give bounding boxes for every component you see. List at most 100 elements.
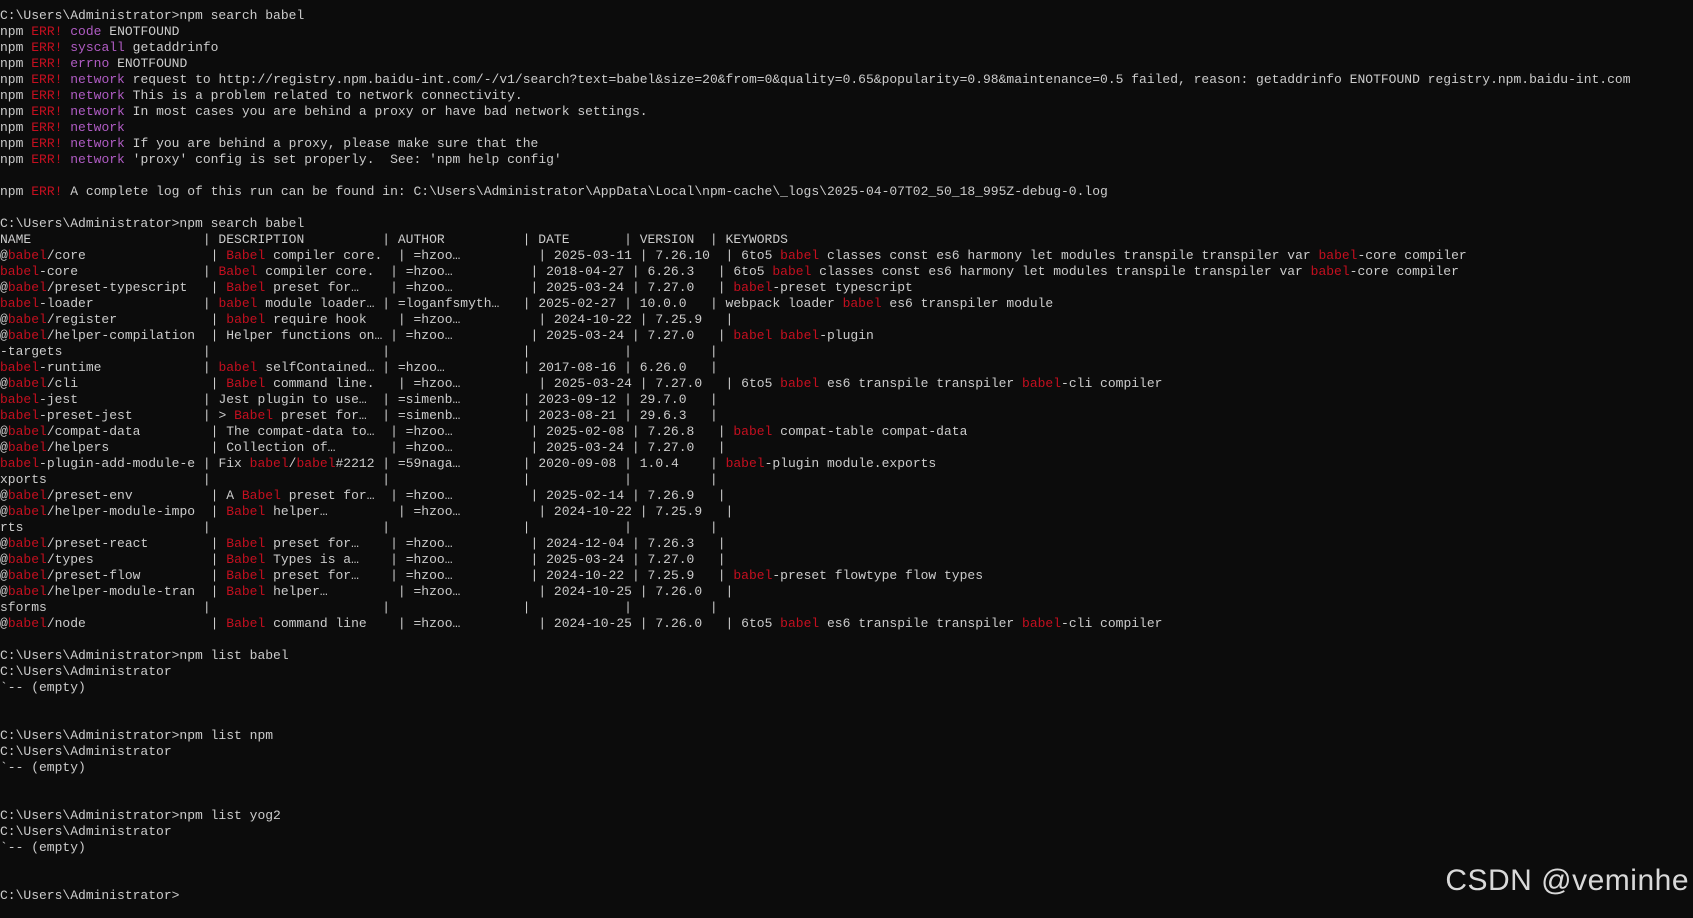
terminal-text: Babel: [226, 552, 266, 567]
terminal-line: @babel/preset-typescript | Babel preset …: [0, 280, 1693, 296]
terminal-line: babel-jest | Jest plugin to use… | =sime…: [0, 392, 1693, 408]
terminal-text: babel: [7, 488, 47, 503]
terminal-text: @: [0, 312, 8, 327]
terminal-line: @babel/helper-module-impo | Babel helper…: [0, 504, 1693, 520]
terminal-text: preset for… | =hzoo… | 2024-10-22 | 7.25…: [265, 568, 734, 583]
terminal-text: @: [0, 440, 8, 455]
terminal-text: babel: [1318, 248, 1358, 263]
terminal-text: Babel: [226, 376, 266, 391]
terminal-text: babel: [7, 376, 47, 391]
terminal-text: Babel: [226, 280, 266, 295]
terminal-text: npm: [0, 40, 32, 55]
terminal-text: Babel: [241, 488, 281, 503]
terminal-line: @babel/core | Babel compiler core. | =hz…: [0, 248, 1693, 264]
terminal-text: -plugin: [819, 328, 874, 343]
terminal-text: babel: [780, 328, 820, 343]
terminal-text: C:\Users\Administrator>npm list npm: [0, 728, 274, 743]
terminal-text: babel: [7, 616, 47, 631]
terminal-text: npm: [0, 120, 32, 135]
terminal-text: babel: [218, 360, 258, 375]
terminal-text: babel: [780, 248, 820, 263]
terminal-text: ERR!: [31, 184, 63, 199]
terminal-text: babel: [0, 392, 40, 407]
terminal-text: -core compiler: [1357, 248, 1467, 263]
terminal-text: module loader… | =loganfsmyth… | 2025-02…: [257, 296, 843, 311]
terminal-text: Babel: [226, 248, 266, 263]
terminal-text: ERR!: [31, 40, 63, 55]
terminal-text: compat-table compat-data: [772, 424, 968, 439]
terminal-text: babel: [296, 456, 336, 471]
terminal-text: C:\Users\Administrator>npm list babel: [0, 648, 289, 663]
terminal-line: @babel/helper-compilation | Helper funct…: [0, 328, 1693, 344]
terminal-text: babel: [7, 248, 47, 263]
terminal-text: babel: [7, 312, 47, 327]
terminal-line: babel-runtime | babel selfContained… | =…: [0, 360, 1693, 376]
terminal-text: xports | | | | |: [0, 472, 718, 487]
terminal-text: @: [0, 584, 8, 599]
watermark: CSDN @veminhe: [1445, 864, 1689, 897]
terminal-line: C:\Users\Administrator>npm list npm: [0, 728, 1693, 744]
terminal-text: 'proxy' config is set properly. See: 'np…: [124, 152, 562, 167]
terminal-text: In most cases you are behind a proxy or …: [124, 104, 648, 119]
terminal-text: -core compiler: [1349, 264, 1459, 279]
terminal-line: npm ERR! syscall getaddrinfo: [0, 40, 1693, 56]
terminal-text: errno: [70, 56, 110, 71]
terminal-line: @babel/preset-env | A Babel preset for… …: [0, 488, 1693, 504]
terminal-text: network: [70, 72, 125, 87]
terminal-text: network: [70, 104, 125, 119]
terminal-text: babel: [7, 280, 47, 295]
terminal-text: C:\Users\Administrator: [0, 744, 172, 759]
terminal-text: Babel: [234, 408, 274, 423]
terminal-text: /types |: [46, 552, 227, 567]
terminal-line: C:\Users\Administrator>npm list yog2: [0, 808, 1693, 824]
terminal-line: C:\Users\Administrator>: [0, 888, 1693, 904]
terminal-text: A complete log of this run can be found …: [62, 184, 1108, 199]
terminal-text: babel: [733, 328, 773, 343]
terminal-line: npm ERR! network: [0, 120, 1693, 136]
terminal-text: C:\Users\Administrator>npm search babel: [0, 216, 305, 231]
terminal-text: Types is a… | =hzoo… | 2025-03-24 | 7.27…: [265, 552, 726, 567]
terminal-text: babel: [780, 616, 820, 631]
terminal-text: -targets | | | | |: [0, 344, 718, 359]
terminal-text: babel: [7, 536, 47, 551]
terminal-text: ERR!: [31, 104, 63, 119]
terminal-text: babel: [249, 456, 289, 471]
terminal-text: @: [0, 616, 8, 631]
terminal-line: @babel/preset-flow | Babel preset for… |…: [0, 568, 1693, 584]
terminal-text: -plugin module.exports: [764, 456, 937, 471]
terminal-text: babel: [7, 424, 47, 439]
terminal-line: C:\Users\Administrator: [0, 744, 1693, 760]
terminal-line: @babel/register | babel require hook | =…: [0, 312, 1693, 328]
terminal-text: /register |: [46, 312, 227, 327]
terminal-text: ERR!: [31, 56, 63, 71]
terminal-line: `-- (empty): [0, 760, 1693, 776]
terminal-text: @: [0, 488, 8, 503]
terminal-text: es6 transpiler module: [881, 296, 1054, 311]
terminal-line: npm ERR! network This is a problem relat…: [0, 88, 1693, 104]
terminal-line: C:\Users\Administrator>npm list babel: [0, 648, 1693, 664]
terminal-line: xports | | | | |: [0, 472, 1693, 488]
terminal-text: babel: [7, 440, 47, 455]
terminal-text: getaddrinfo: [124, 40, 219, 55]
terminal-text: If you are behind a proxy, please make s…: [124, 136, 539, 151]
terminal-output[interactable]: C:\Users\Administrator>npm search babel n…: [0, 8, 1693, 918]
terminal-text: -preset typescript: [772, 280, 913, 295]
terminal-text: babel: [1022, 376, 1062, 391]
terminal-text: /core |: [46, 248, 227, 263]
terminal-text: ENOTFOUND: [109, 56, 188, 71]
terminal-text: babel: [7, 328, 47, 343]
terminal-text: compiler core. | =hzoo… | 2025-03-11 | 7…: [265, 248, 781, 263]
terminal-text: npm: [0, 88, 32, 103]
terminal-text: C:\Users\Administrator: [0, 664, 172, 679]
terminal-text: C:\Users\Administrator>npm list yog2: [0, 808, 281, 823]
terminal-line: @babel/cli | Babel command line. | =hzoo…: [0, 376, 1693, 392]
terminal-text: preset for… | =hzoo… | 2024-12-04 | 7.26…: [265, 536, 726, 551]
terminal-text: command line. | =hzoo… | 2025-03-24 | 7.…: [265, 376, 781, 391]
terminal-text: preset for… | =simenb… | 2023-08-21 | 29…: [273, 408, 718, 423]
terminal-text: @: [0, 424, 8, 439]
terminal-text: network: [70, 88, 125, 103]
terminal-text: babel: [7, 568, 47, 583]
terminal-text: Babel: [226, 504, 266, 519]
